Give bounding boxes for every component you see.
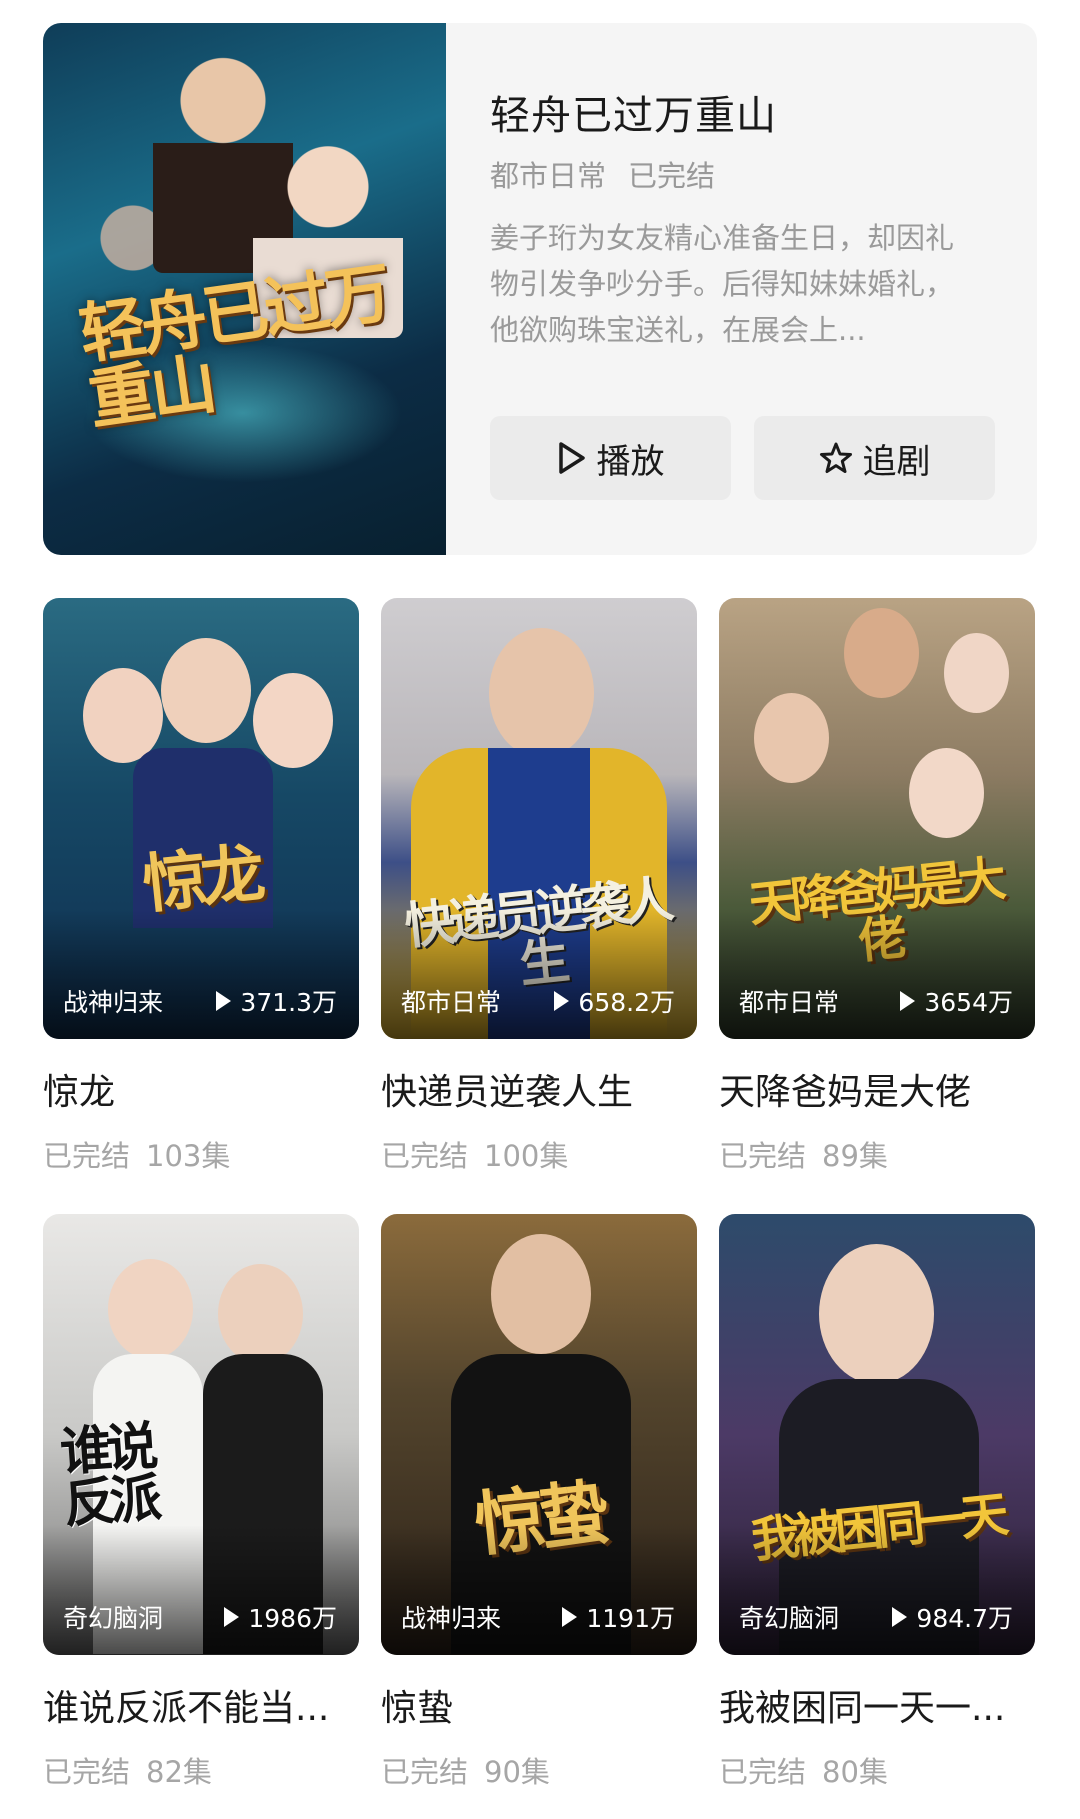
poster-face <box>944 633 1009 713</box>
drama-poster[interactable]: 惊蛰 战神归来 1191万 <box>381 1214 697 1655</box>
poster-face <box>754 693 829 783</box>
drama-card[interactable]: 惊蛰 战神归来 1191万 惊蛰 已完结 90集 <box>381 1214 697 1791</box>
poster-shade <box>43 909 359 1039</box>
drama-genre: 战神归来 <box>401 1604 502 1633</box>
drama-meta: 已完结 80集 <box>719 1749 1035 1791</box>
play-count-icon <box>554 991 570 1011</box>
drama-genre: 战神归来 <box>63 988 164 1017</box>
star-outline-icon <box>819 442 852 473</box>
play-count-value: 658.2万 <box>578 988 675 1017</box>
play-count-value: 1986万 <box>248 1604 337 1633</box>
poster-face <box>218 1264 303 1364</box>
poster-face <box>491 1234 591 1354</box>
follow-button-label: 追剧 <box>862 441 931 482</box>
play-count-icon <box>216 991 232 1011</box>
featured-status: 已完结 <box>628 159 716 193</box>
poster-face <box>489 628 594 758</box>
drama-title[interactable]: 快递员逆袭人生 <box>381 1063 697 1115</box>
drama-meta: 已完结 103集 <box>43 1133 359 1175</box>
play-count: 984.7万 <box>890 1599 1013 1635</box>
drama-title[interactable]: 惊龙 <box>43 1063 359 1115</box>
drama-genre: 都市日常 <box>739 988 840 1017</box>
featured-meta: 都市日常 已完结 <box>490 153 715 195</box>
drama-genre: 都市日常 <box>401 988 502 1017</box>
poster-face <box>108 1259 193 1359</box>
play-count: 371.3万 <box>214 983 337 1019</box>
drama-card[interactable]: 谁说反派 奇幻脑洞 1986万 谁说反派不能当... 已完结 82集 <box>43 1214 359 1791</box>
drama-title[interactable]: 天降爸妈是大佬 <box>719 1063 1035 1115</box>
drama-status: 已完结 <box>381 1755 469 1789</box>
drama-status: 已完结 <box>43 1755 131 1789</box>
play-outline-icon <box>558 442 585 474</box>
featured-title[interactable]: 轻舟已过万重山 <box>490 83 777 141</box>
featured-description: 姜子珩为女友精心准备生日，却因礼物引发争吵分手。后得知妹妹婚礼，他欲购珠宝送礼，… <box>490 221 955 347</box>
poster-shade <box>43 1525 359 1655</box>
poster-face <box>909 748 984 838</box>
play-count: 1986万 <box>222 1599 337 1635</box>
follow-button[interactable]: 追剧 <box>754 416 995 500</box>
play-count-icon <box>900 991 916 1011</box>
drama-poster[interactable]: 谁说反派 奇幻脑洞 1986万 <box>43 1214 359 1655</box>
drama-episodes: 100集 <box>484 1139 569 1173</box>
poster-face <box>844 608 919 698</box>
poster-shade <box>381 1525 697 1655</box>
poster-face <box>83 668 163 763</box>
drama-card[interactable]: 我被困同一天 奇幻脑洞 984.7万 我被困同一天一... 已完结 80集 <box>719 1214 1035 1791</box>
play-count-value: 1191万 <box>586 1604 675 1633</box>
play-button-label: 播放 <box>596 441 665 482</box>
play-count-icon <box>224 1607 240 1627</box>
poster-title-art: 谁说反派 <box>58 1415 158 1536</box>
drama-meta: 已完结 82集 <box>43 1749 359 1791</box>
play-count-value: 984.7万 <box>916 1604 1013 1633</box>
drama-list-page: 轻舟已过万重山 轻舟已过万重山 都市日常 已完结 姜子珩为女友精心准备生日，却因礼… <box>0 0 1080 1819</box>
play-count-icon <box>892 1607 908 1627</box>
drama-episodes: 103集 <box>146 1139 231 1173</box>
drama-title[interactable]: 惊蛰 <box>381 1679 697 1731</box>
featured-genre: 都市日常 <box>490 159 607 193</box>
drama-episodes: 90集 <box>484 1755 550 1789</box>
drama-meta: 已完结 89集 <box>719 1133 1035 1175</box>
drama-status: 已完结 <box>719 1139 807 1173</box>
drama-card[interactable]: 惊龙 战神归来 371.3万 惊龙 已完结 103集 <box>43 598 359 1175</box>
drama-poster[interactable]: 天降爸妈是大佬 都市日常 3654万 <box>719 598 1035 1039</box>
poster-face <box>161 638 251 743</box>
poster-face <box>253 673 333 768</box>
featured-info: 轻舟已过万重山 都市日常 已完结 姜子珩为女友精心准备生日，却因礼物引发争吵分手。… <box>490 23 997 555</box>
play-count: 1191万 <box>560 1599 675 1635</box>
poster-face <box>819 1244 934 1384</box>
play-count-icon <box>562 1607 578 1627</box>
drama-card[interactable]: 快递员逆袭人生 都市日常 658.2万 快递员逆袭人生 已完结 100集 <box>381 598 697 1175</box>
play-button[interactable]: 播放 <box>490 416 731 500</box>
drama-meta: 已完结 100集 <box>381 1133 697 1175</box>
drama-poster[interactable]: 快递员逆袭人生 都市日常 658.2万 <box>381 598 697 1039</box>
drama-status: 已完结 <box>381 1139 469 1173</box>
play-count-value: 371.3万 <box>240 988 337 1017</box>
drama-title[interactable]: 谁说反派不能当... <box>43 1679 359 1731</box>
drama-genre: 奇幻脑洞 <box>739 1604 840 1633</box>
drama-status: 已完结 <box>43 1139 131 1173</box>
play-count: 658.2万 <box>552 983 675 1019</box>
drama-genre: 奇幻脑洞 <box>63 1604 164 1633</box>
poster-shade <box>381 909 697 1039</box>
drama-poster[interactable]: 惊龙 战神归来 371.3万 <box>43 598 359 1039</box>
drama-meta: 已完结 90集 <box>381 1749 697 1791</box>
drama-episodes: 80集 <box>822 1755 888 1789</box>
poster-shade <box>719 909 1035 1039</box>
play-count: 3654万 <box>898 983 1013 1019</box>
drama-card[interactable]: 天降爸妈是大佬 都市日常 3654万 天降爸妈是大佬 已完结 89集 <box>719 598 1035 1175</box>
drama-episodes: 82集 <box>146 1755 212 1789</box>
drama-title[interactable]: 我被困同一天一... <box>719 1679 1035 1731</box>
poster-shade <box>719 1525 1035 1655</box>
featured-poster[interactable]: 轻舟已过万重山 <box>43 23 446 555</box>
play-count-value: 3654万 <box>924 988 1013 1017</box>
drama-poster[interactable]: 我被困同一天 奇幻脑洞 984.7万 <box>719 1214 1035 1655</box>
featured-drama-card[interactable]: 轻舟已过万重山 轻舟已过万重山 都市日常 已完结 姜子珩为女友精心准备生日，却因礼… <box>43 23 1037 555</box>
drama-status: 已完结 <box>719 1755 807 1789</box>
drama-episodes: 89集 <box>822 1139 888 1173</box>
